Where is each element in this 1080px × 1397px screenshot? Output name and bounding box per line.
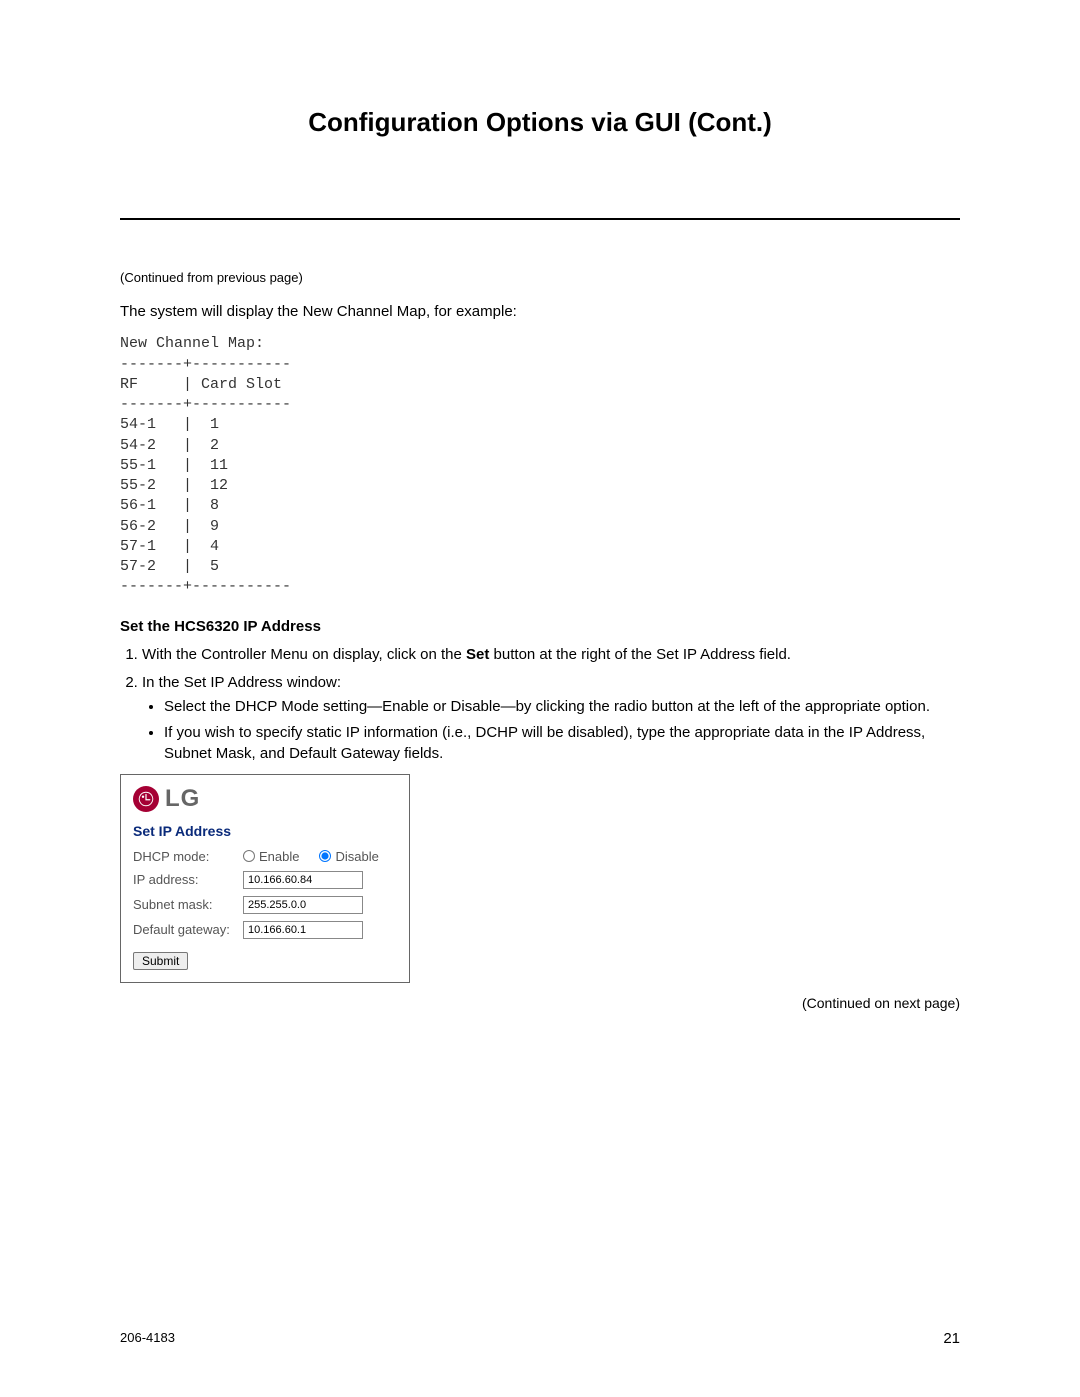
- submit-button[interactable]: Submit: [133, 952, 188, 970]
- bullets-list: Select the DHCP Mode setting—Enable or D…: [142, 697, 960, 764]
- step1-suffix: button at the right of the Set IP Addres…: [489, 646, 791, 663]
- radio-disable-label[interactable]: Disable: [319, 849, 378, 864]
- section-heading: Set the HCS6320 IP Address: [120, 618, 960, 635]
- logo-row: LG: [133, 785, 397, 813]
- dhcp-label: DHCP mode:: [133, 849, 243, 864]
- ip-row: IP address:: [133, 871, 397, 889]
- subnet-label: Subnet mask:: [133, 897, 243, 912]
- continued-from-previous: (Continued from previous page): [120, 270, 960, 285]
- dialog-title: Set IP Address: [133, 823, 397, 839]
- intro-text: The system will display the New Channel …: [120, 303, 960, 320]
- default-gateway-input[interactable]: [243, 921, 363, 939]
- dhcp-radio-group: Enable Disable: [243, 849, 379, 864]
- horizontal-rule: [120, 218, 960, 220]
- subnet-mask-input[interactable]: [243, 896, 363, 914]
- continued-on-next: (Continued on next page): [120, 995, 960, 1011]
- subnet-row: Subnet mask:: [133, 896, 397, 914]
- gateway-row: Default gateway:: [133, 921, 397, 939]
- step-1: With the Controller Menu on display, cli…: [142, 645, 960, 665]
- bullet-1: Select the DHCP Mode setting—Enable or D…: [164, 697, 960, 717]
- page-title: Configuration Options via GUI (Cont.): [120, 107, 960, 138]
- ip-address-input[interactable]: [243, 871, 363, 889]
- enable-text: Enable: [259, 849, 299, 864]
- lg-logo-text: LG: [165, 785, 200, 813]
- radio-disable[interactable]: [319, 850, 331, 862]
- step2-text: In the Set IP Address window:: [142, 674, 341, 691]
- bullet-2: If you wish to specify static IP informa…: [164, 723, 960, 764]
- radio-enable-label[interactable]: Enable: [243, 849, 299, 864]
- step1-prefix: With the Controller Menu on display, cli…: [142, 646, 466, 663]
- footer-doc-number: 206-4183: [120, 1330, 175, 1347]
- step1-bold: Set: [466, 646, 489, 663]
- disable-text: Disable: [335, 849, 378, 864]
- radio-enable[interactable]: [243, 850, 255, 862]
- ip-label: IP address:: [133, 872, 243, 887]
- set-ip-dialog: LG Set IP Address DHCP mode: Enable Disa…: [120, 774, 410, 983]
- steps-list: With the Controller Menu on display, cli…: [120, 645, 960, 764]
- channel-map-block: New Channel Map: -------+----------- RF …: [120, 334, 960, 597]
- footer: 206-4183 21: [120, 1330, 960, 1347]
- step-2: In the Set IP Address window: Select the…: [142, 673, 960, 764]
- gateway-label: Default gateway:: [133, 922, 243, 937]
- lg-logo-icon: [133, 786, 159, 812]
- page-number: 21: [943, 1330, 960, 1347]
- dhcp-row: DHCP mode: Enable Disable: [133, 849, 397, 864]
